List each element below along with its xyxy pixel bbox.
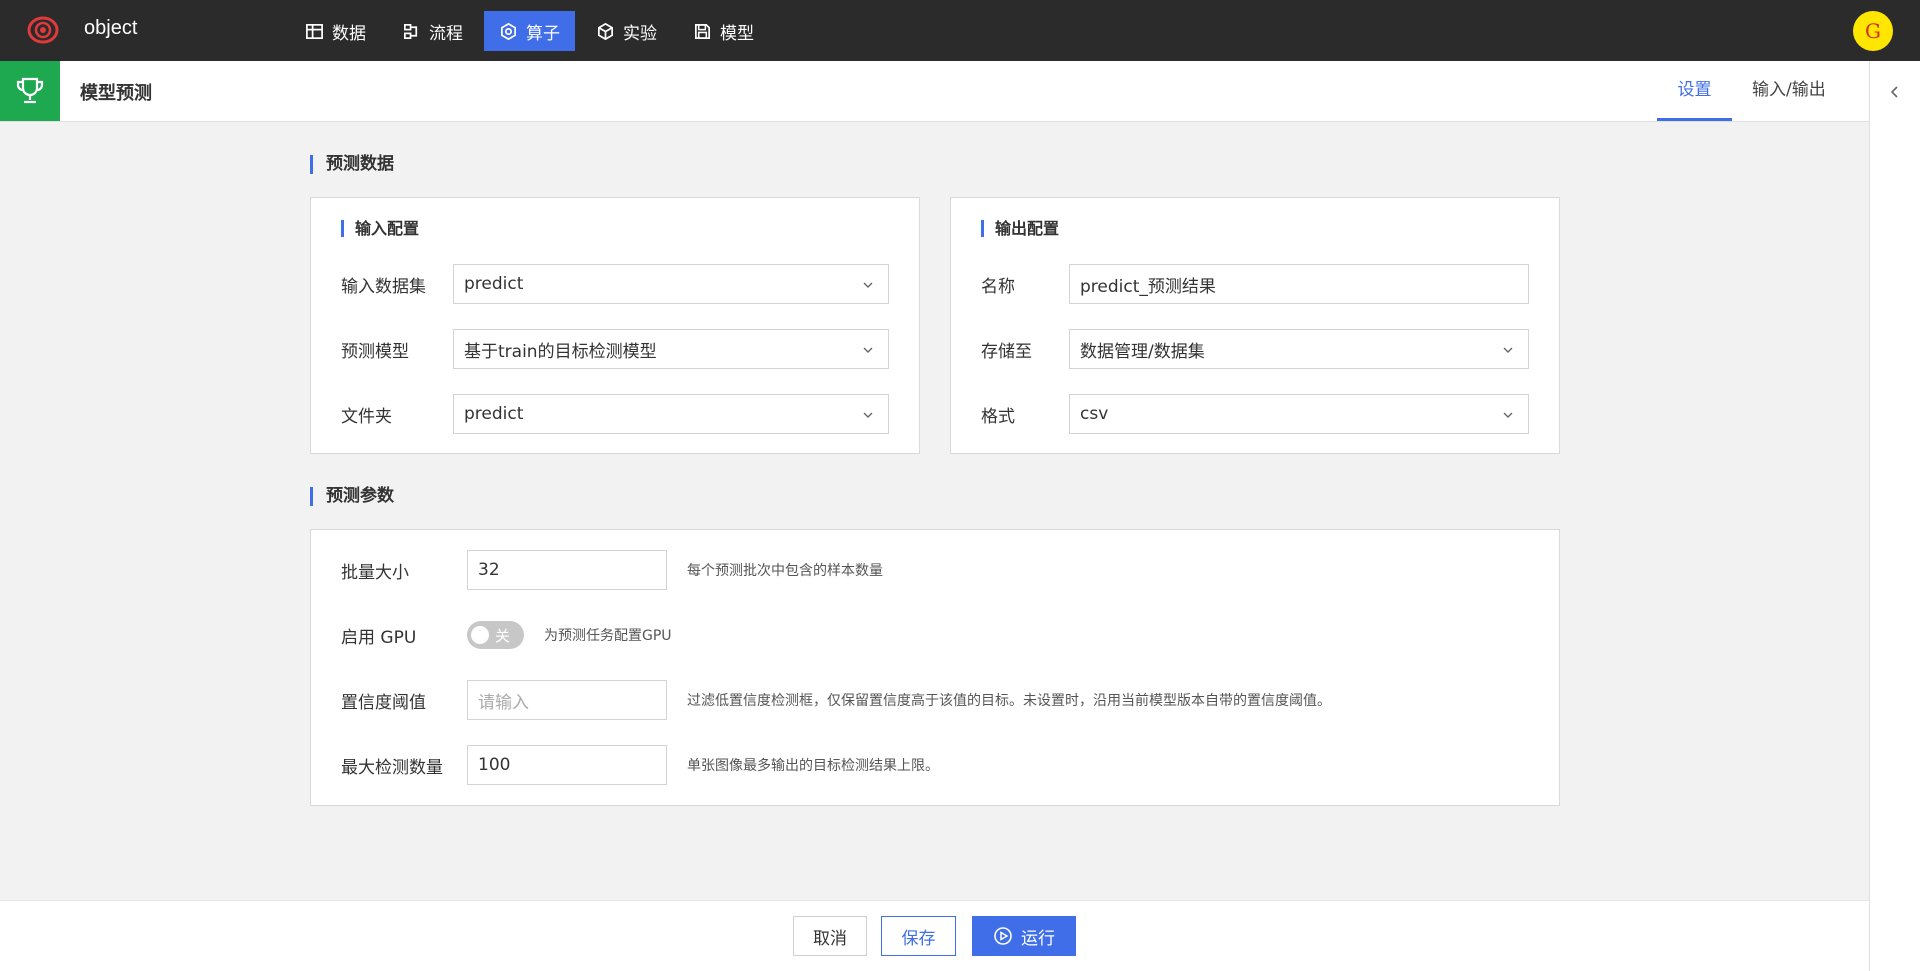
model-select[interactable]: 基于train的目标检测模型 [453,329,889,369]
batch-size-label: 批量大小 [341,562,409,583]
dataset-label: 输入数据集 [341,276,426,297]
folder-value: predict [464,404,524,424]
run-button-label: 运行 [1021,928,1055,949]
run-button[interactable]: 运行 [972,916,1076,956]
format-row: 格式 csv [981,394,1529,434]
max-detections-row: 最大检测数量 100 单张图像最多输出的目标检测结果上限。 [341,745,939,785]
tab-settings[interactable]: 设置 [1657,61,1732,121]
output-name-input[interactable]: predict_预测结果 [1069,264,1529,304]
folder-row: 文件夹 predict [341,394,889,434]
app-logo-icon[interactable] [26,14,60,46]
model-label: 预测模型 [341,341,409,362]
nav-item-label: 算子 [526,23,560,44]
nav-item-flow[interactable]: 流程 [387,11,478,51]
save-button[interactable]: 保存 [881,916,956,956]
chevron-down-icon [863,412,873,418]
storage-value: 数据管理/数据集 [1080,341,1205,362]
right-side-panel [1869,61,1920,971]
folder-label: 文件夹 [341,406,392,427]
dataset-row: 输入数据集 predict [341,264,889,304]
confidence-input[interactable]: 请输入 [467,680,667,720]
app-name: object [84,17,138,39]
page-header: 模型预测 设置 输入/输出 [0,61,1869,122]
folder-select[interactable]: predict [453,394,889,434]
main-nav: 数据 流程 算子 实验 模型 [290,11,769,51]
max-detections-label: 最大检测数量 [341,757,443,778]
max-detections-input[interactable]: 100 [467,745,667,785]
gpu-hint: 为预测任务配置GPU [544,628,672,644]
model-row: 预测模型 基于train的目标检测模型 [341,329,889,369]
nav-item-label: 模型 [720,23,754,44]
gpu-label: 启用 GPU [341,627,417,648]
nav-item-label: 数据 [332,23,366,44]
batch-size-hint: 每个预测批次中包含的样本数量 [687,563,883,579]
output-config-panel: 输出配置 名称 predict_预测结果 存储至 数据管理/数据集 格式 csv [950,197,1560,454]
format-select[interactable]: csv [1069,394,1529,434]
format-value: csv [1080,404,1109,424]
confidence-hint: 过滤低置信度检测框，仅保留置信度高于该值的目标。未设置时，沿用当前模型版本自带的… [687,693,1331,709]
confidence-row: 置信度阈值 请输入 过滤低置信度检测框，仅保留置信度高于该值的目标。未设置时，沿… [341,680,1331,720]
output-name-row: 名称 predict_预测结果 [981,264,1529,304]
section-title-predict-data: 预测数据 [310,155,394,174]
footer-bar: 取消 保存 运行 [0,900,1869,971]
storage-label: 存储至 [981,341,1032,362]
dataset-select[interactable]: predict [453,264,889,304]
chevron-left-icon[interactable] [1886,83,1904,101]
input-config-title: 输入配置 [341,220,419,237]
format-label: 格式 [981,406,1015,427]
play-circle-icon [994,927,1012,945]
chevron-down-icon [1503,347,1513,353]
max-detections-hint: 单张图像最多输出的目标检测结果上限。 [687,758,939,774]
predict-params-panel: 批量大小 32 每个预测批次中包含的样本数量 启用 GPU 关 为预测任务配置G… [310,529,1560,806]
nav-item-model[interactable]: 模型 [678,11,769,51]
confidence-label: 置信度阈值 [341,692,426,713]
input-config-panel: 输入配置 输入数据集 predict 预测模型 基于train的目标检测模型 文… [310,197,920,454]
chevron-down-icon [863,347,873,353]
model-value: 基于train的目标检测模型 [464,341,657,362]
nav-item-experiment[interactable]: 实验 [581,11,672,51]
toggle-state-text: 关 [495,627,511,645]
section-title-predict-params: 预测参数 [310,487,394,506]
storage-row: 存储至 数据管理/数据集 [981,329,1529,369]
chevron-down-icon [1503,412,1513,418]
batch-size-input[interactable]: 32 [467,550,667,590]
nav-item-label: 实验 [623,23,657,44]
output-config-title: 输出配置 [981,220,1059,237]
save-icon [694,23,711,39]
nav-item-operators[interactable]: 算子 [484,11,575,51]
gpu-row: 启用 GPU 关 为预测任务配置GPU [341,615,672,655]
batch-size-row: 批量大小 32 每个预测批次中包含的样本数量 [341,550,883,590]
chevron-down-icon [863,282,873,288]
tab-input-output[interactable]: 输入/输出 [1752,61,1826,121]
top-nav-bar: object 数据 流程 算子 实验 模型 G [0,0,1920,61]
output-name-label: 名称 [981,276,1015,297]
user-avatar[interactable]: G [1853,11,1893,51]
trophy-icon [0,61,60,121]
flow-icon [403,23,418,39]
nav-item-label: 流程 [429,23,463,44]
table-icon [306,23,323,39]
hexagon-icon [500,22,517,40]
page-title: 模型预测 [80,83,152,104]
toggle-knob [471,626,489,644]
cube-icon [597,22,614,40]
cancel-button[interactable]: 取消 [793,916,867,956]
dataset-value: predict [464,274,524,294]
nav-item-data[interactable]: 数据 [290,11,381,51]
gpu-toggle[interactable]: 关 [467,621,524,649]
storage-select[interactable]: 数据管理/数据集 [1069,329,1529,369]
